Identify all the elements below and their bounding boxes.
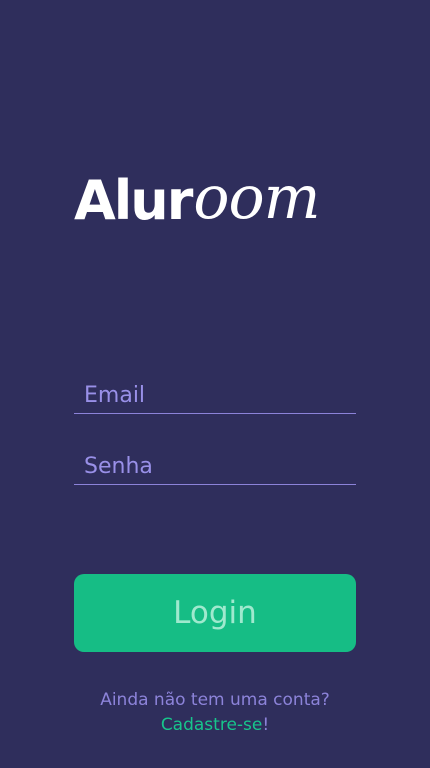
password-field[interactable] xyxy=(74,448,356,484)
signup-prompt: Ainda não tem uma conta? Cadastre-se! xyxy=(0,688,430,738)
login-button[interactable]: Login xyxy=(74,574,356,652)
logo-text-part-1: Alur xyxy=(74,169,193,232)
login-screen: Aluroom Login Ainda não tem uma conta? C… xyxy=(0,0,430,768)
email-field-container xyxy=(74,377,356,414)
email-field[interactable] xyxy=(74,377,356,413)
signup-question: Ainda não tem uma conta? xyxy=(100,690,330,710)
password-field-container xyxy=(74,448,356,485)
signup-link[interactable]: Cadastre-se xyxy=(161,715,263,735)
app-logo: Alur oom xyxy=(74,158,356,228)
signup-exclamation: ! xyxy=(262,715,270,735)
logo-text-part-2: oom xyxy=(193,163,320,233)
